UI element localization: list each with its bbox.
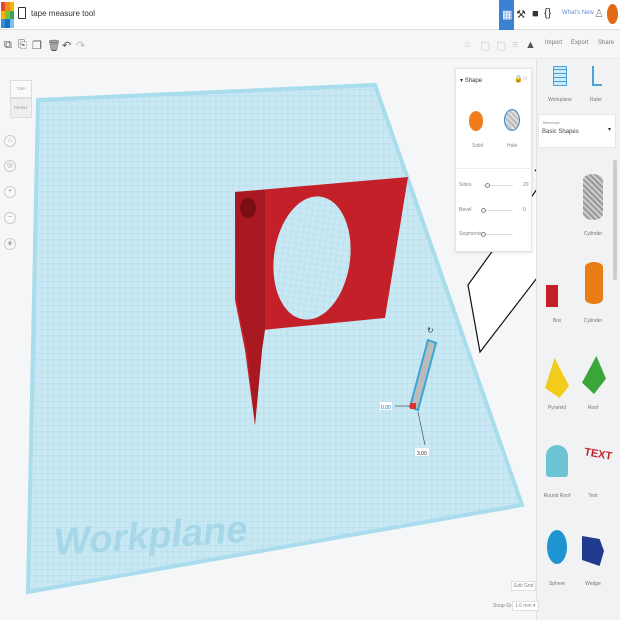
dimension-value: 3.00 bbox=[417, 451, 427, 457]
ruler-icon[interactable] bbox=[592, 66, 602, 86]
shape-panel-title[interactable]: ▾ Shape bbox=[460, 77, 482, 84]
group-icon[interactable]: ▢ bbox=[480, 39, 490, 52]
import-button[interactable]: Import bbox=[545, 40, 562, 46]
view-cube[interactable]: TOP FRONT bbox=[10, 80, 32, 124]
light-icon[interactable]: ○ bbox=[523, 75, 527, 82]
home-view-icon[interactable]: ⌂ bbox=[4, 135, 16, 147]
duplicate-icon[interactable]: ❐ bbox=[32, 39, 42, 52]
fit-view-icon[interactable]: ◎ bbox=[4, 160, 16, 172]
copy-icon[interactable]: ⧉ bbox=[4, 39, 12, 52]
delete-icon[interactable]: 🗑 bbox=[47, 39, 61, 52]
dimension-value: 0.00 bbox=[381, 405, 391, 411]
segments-slider[interactable] bbox=[483, 234, 513, 235]
grid-icon: ▦ bbox=[502, 8, 512, 21]
ungroup-icon[interactable]: ▢ bbox=[496, 39, 506, 52]
bricks-icon[interactable]: ■ bbox=[532, 8, 539, 20]
sides-slider[interactable] bbox=[483, 185, 513, 186]
shape-library-select[interactable]: Tinkercad Basic Shapes ▾ bbox=[538, 114, 616, 148]
solid-swatch[interactable] bbox=[469, 111, 483, 131]
hole-swatch[interactable] bbox=[504, 109, 520, 131]
shape-item-cylinder-hole[interactable] bbox=[583, 174, 603, 220]
sidebar-scrollbar[interactable] bbox=[613, 160, 617, 280]
ruler-tool-button[interactable]: Ruler bbox=[576, 97, 616, 103]
undo-icon[interactable]: ↶ bbox=[62, 39, 71, 52]
zoom-in-icon[interactable]: + bbox=[4, 186, 16, 198]
shape-item-sphere[interactable] bbox=[547, 530, 567, 564]
shape-item-cylinder[interactable] bbox=[585, 262, 603, 304]
export-button[interactable]: Export bbox=[571, 40, 588, 46]
design-menu-icon[interactable] bbox=[18, 7, 26, 19]
align-icon[interactable]: ≡ bbox=[512, 39, 518, 51]
user-settings-icon[interactable]: ♙ bbox=[594, 7, 604, 20]
mirror-icon[interactable]: ▲ bbox=[525, 39, 536, 51]
workplane-grid bbox=[28, 85, 522, 592]
svg-text:↻: ↻ bbox=[427, 326, 434, 335]
perspective-icon[interactable]: ◈ bbox=[4, 238, 16, 250]
3d-view-button[interactable]: ▦ bbox=[499, 0, 514, 30]
lock-icon[interactable]: 🔒 bbox=[514, 75, 523, 83]
whats-new-link[interactable]: What's New bbox=[562, 10, 594, 16]
shape-item-round-roof[interactable] bbox=[546, 445, 568, 477]
tinkercad-logo[interactable] bbox=[1, 2, 14, 28]
chevron-down-icon: ▾ bbox=[608, 126, 611, 133]
codeblocks-icon[interactable]: {} bbox=[544, 7, 551, 19]
edit-toolbar: ⧉ ⎘ ❐ 🗑 ↶ ↷ ○ ▢ ▢ ≡ ▲ Import Export Shar… bbox=[0, 31, 620, 59]
workplane-tool[interactable]: Workplane bbox=[540, 97, 580, 103]
blocks-icon[interactable]: ⚒ bbox=[516, 8, 526, 21]
bevel-slider[interactable] bbox=[483, 210, 513, 211]
zoom-out-icon[interactable]: − bbox=[4, 212, 16, 224]
shape-item-box[interactable] bbox=[546, 285, 558, 307]
redo-icon[interactable]: ↷ bbox=[76, 39, 85, 52]
avatar[interactable] bbox=[607, 4, 618, 24]
light-bulb-icon[interactable]: ○ bbox=[464, 39, 471, 51]
workplane-icon[interactable] bbox=[553, 66, 567, 86]
top-bar: tape measure tool ▦ ⚒ ■ {} What's New ♙ bbox=[0, 0, 620, 30]
share-button[interactable]: Share bbox=[598, 40, 614, 46]
paste-icon[interactable]: ⎘ bbox=[18, 39, 27, 52]
design-title[interactable]: tape measure tool bbox=[31, 9, 95, 18]
snap-grid-select[interactable]: 1.0 mm ▾ bbox=[512, 601, 539, 611]
edit-grid-button[interactable]: Edit Grid bbox=[511, 581, 536, 591]
shape-inspector: ▾ Shape 🔒 ○ Solid Hole Sides 20 Bevel 0 … bbox=[455, 68, 532, 252]
shape-item-text[interactable]: TEXT bbox=[581, 446, 609, 474]
